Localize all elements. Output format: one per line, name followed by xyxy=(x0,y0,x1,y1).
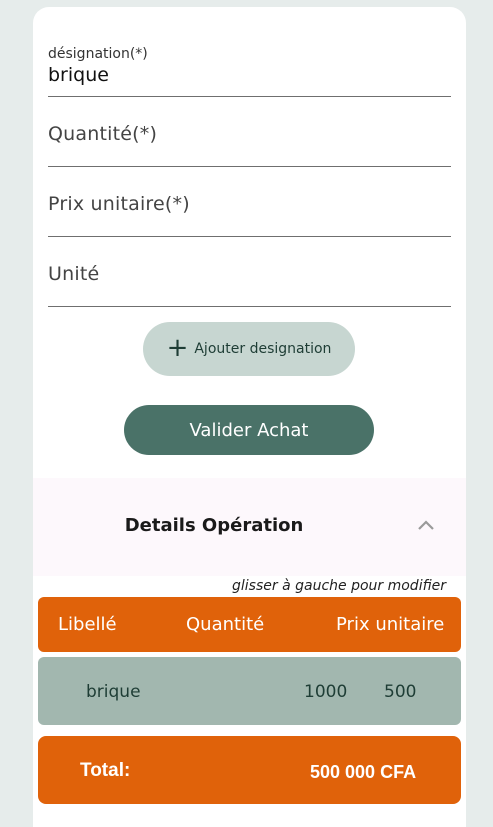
table-header: Libellé Quantité Prix unitaire xyxy=(38,597,461,652)
column-header-libelle: Libellé xyxy=(58,614,117,635)
quantite-field[interactable]: Quantité(*) xyxy=(48,116,451,167)
cell-quantite: 1000 xyxy=(304,682,348,702)
validate-purchase-button[interactable]: Valider Achat xyxy=(124,405,374,455)
quantite-placeholder: Quantité(*) xyxy=(48,123,158,145)
prix-unitaire-field[interactable]: Prix unitaire(*) xyxy=(48,186,451,237)
swipe-hint: glisser à gauche pour modifier xyxy=(232,578,446,594)
cell-libelle: brique xyxy=(86,682,141,702)
details-operation-header[interactable]: Details Opération xyxy=(33,478,466,576)
table-row[interactable]: brique 1000 500 xyxy=(38,657,461,725)
total-amount: 500 000 CFA xyxy=(310,762,417,782)
designation-value: brique xyxy=(48,64,109,86)
column-header-quantite: Quantité xyxy=(186,614,265,635)
column-header-prix: Prix unitaire xyxy=(336,614,445,635)
add-designation-button[interactable]: + Ajouter designation xyxy=(143,322,355,376)
add-designation-label: Ajouter designation xyxy=(194,341,332,357)
unite-field[interactable]: Unité xyxy=(48,256,451,307)
cell-prix: 500 xyxy=(384,682,417,702)
prix-unitaire-placeholder: Prix unitaire(*) xyxy=(48,193,190,215)
designation-label: désignation(*) xyxy=(48,46,148,62)
total-label: Total: xyxy=(80,760,131,781)
unite-placeholder: Unité xyxy=(48,263,100,285)
designation-field[interactable]: désignation(*) brique xyxy=(48,46,451,97)
plus-icon: + xyxy=(166,332,189,363)
details-title: Details Opération xyxy=(124,515,304,536)
chevron-up-icon[interactable] xyxy=(415,514,437,536)
total-bar: Total: 500 000 CFA xyxy=(38,736,461,804)
